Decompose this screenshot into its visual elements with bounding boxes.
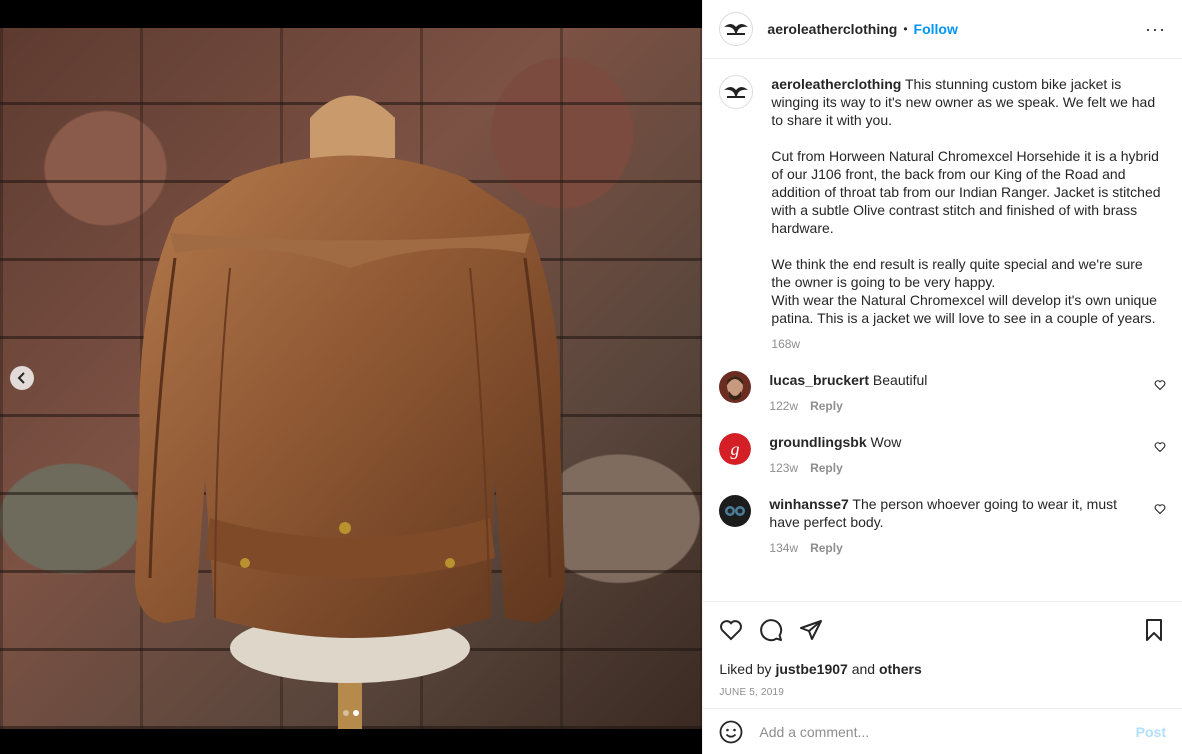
commenter-avatar[interactable] xyxy=(719,371,752,403)
post-dialog: aeroleatherclothing • Follow ··· aerolea… xyxy=(0,0,1182,754)
post-comment-button[interactable]: Post xyxy=(1136,724,1166,740)
post-actions xyxy=(703,601,1182,658)
add-comment-input[interactable] xyxy=(757,722,1136,741)
reply-button[interactable]: Reply xyxy=(810,399,843,413)
reply-button[interactable]: Reply xyxy=(810,541,843,555)
caption-avatar[interactable] xyxy=(719,75,754,109)
like-heart-icon[interactable] xyxy=(719,618,743,642)
comment-body: winhansse7 The person whoever going to w… xyxy=(769,495,1146,557)
save-bookmark-icon[interactable] xyxy=(1142,618,1166,642)
comment-text: Wow xyxy=(870,434,902,450)
likes-summary: Liked by justbe1907 and others xyxy=(703,658,1182,680)
comment-item: g groundlingsbk Wow 123w Reply xyxy=(719,433,1166,477)
reply-button[interactable]: Reply xyxy=(810,461,843,475)
comment-time[interactable]: 123w xyxy=(769,461,798,475)
post-date[interactable]: JUNE 5, 2019 xyxy=(703,684,1182,702)
user-photo-icon xyxy=(719,371,752,403)
like-comment-heart-icon[interactable] xyxy=(1154,503,1166,515)
post-media xyxy=(0,0,703,754)
caption-paragraph: aeroleatherclothing This stunning custom… xyxy=(771,75,1166,129)
add-comment-bar: Post xyxy=(703,708,1182,754)
comment-item: winhansse7 The person whoever going to w… xyxy=(719,495,1166,557)
eagle-logo-icon xyxy=(724,87,749,98)
comment-meta: 134w Reply xyxy=(769,539,1146,557)
account-avatar[interactable] xyxy=(719,12,754,46)
more-options-icon[interactable]: ··· xyxy=(1145,19,1166,40)
liked-by-user[interactable]: justbe1907 xyxy=(775,661,847,677)
carousel-prev-button[interactable] xyxy=(10,366,34,390)
comment-username[interactable]: groundlingsbk xyxy=(769,434,866,450)
follow-button[interactable]: Follow xyxy=(914,21,958,37)
likes-prefix: Liked by xyxy=(719,661,772,677)
caption-paragraph: Cut from Horween Natural Chromexcel Hors… xyxy=(771,148,1161,236)
comment-time[interactable]: 134w xyxy=(769,541,798,555)
comment-username[interactable]: lucas_bruckert xyxy=(769,372,869,388)
post-sidebar: aeroleatherclothing • Follow ··· aerolea… xyxy=(702,0,1182,754)
comment-meta: 122w Reply xyxy=(769,397,1146,415)
comment-item: lucas_bruckert Beautiful 122w Reply xyxy=(719,371,1166,415)
separator-dot: • xyxy=(903,22,908,36)
carousel-dot-active xyxy=(353,710,359,716)
emoji-icon[interactable] xyxy=(719,720,743,744)
caption-meta: 168w xyxy=(771,335,1166,353)
caption-body: aeroleatherclothing This stunning custom… xyxy=(771,75,1166,353)
account-username[interactable]: aeroleatherclothing xyxy=(767,21,897,37)
comment-time[interactable]: 122w xyxy=(769,399,798,413)
comment-text: Beautiful xyxy=(872,372,928,388)
comment-bubble-icon[interactable] xyxy=(759,618,783,642)
like-comment-heart-icon[interactable] xyxy=(1154,441,1166,453)
commenter-avatar[interactable]: g xyxy=(719,433,752,465)
post-header: aeroleatherclothing • Follow ··· xyxy=(703,0,1182,59)
caption-time[interactable]: 168w xyxy=(771,337,800,351)
comment-meta: 123w Reply xyxy=(769,459,1146,477)
groundlings-logo-icon: g xyxy=(719,433,752,465)
eagle-logo-icon xyxy=(724,24,749,35)
comment-body: lucas_bruckert Beautiful 122w Reply xyxy=(769,371,1146,415)
share-paper-plane-icon[interactable] xyxy=(799,618,823,642)
svg-text:g: g xyxy=(731,439,740,459)
comment-username[interactable]: winhansse7 xyxy=(769,496,848,512)
carousel-indicator xyxy=(343,710,359,716)
carousel-dot xyxy=(343,710,349,716)
commenter-avatar[interactable] xyxy=(719,495,752,527)
like-comment-heart-icon[interactable] xyxy=(1154,379,1166,391)
likes-and: and xyxy=(851,661,876,677)
liked-by-others[interactable]: others xyxy=(879,661,922,677)
chevron-left-icon xyxy=(17,372,25,384)
comments-list: aeroleatherclothing This stunning custom… xyxy=(703,59,1182,601)
comment-body: groundlingsbk Wow 123w Reply xyxy=(769,433,1146,477)
caption-username[interactable]: aeroleatherclothing xyxy=(771,76,901,92)
post-photo xyxy=(0,28,703,729)
caption: aeroleatherclothing This stunning custom… xyxy=(719,75,1166,353)
user-goggles-icon xyxy=(719,495,752,527)
caption-paragraph: We think the end result is really quite … xyxy=(771,256,1157,326)
leather-jacket-image xyxy=(135,95,565,729)
